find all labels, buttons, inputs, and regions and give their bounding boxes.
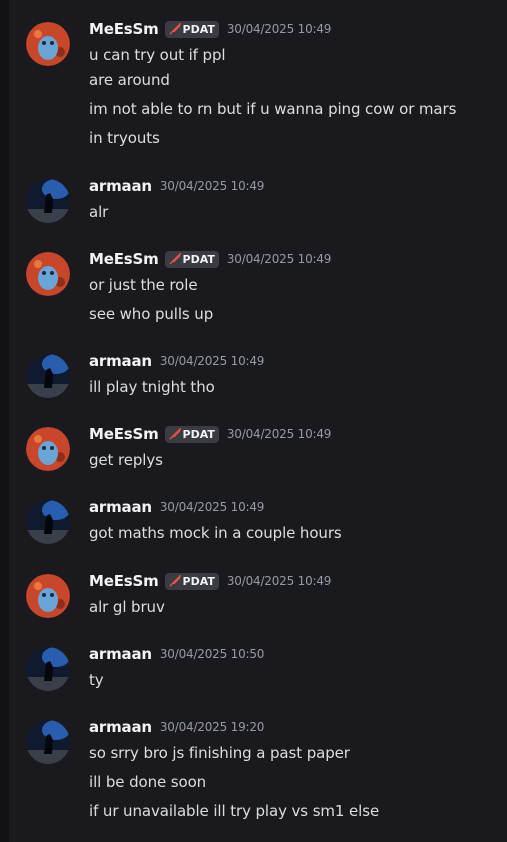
sidebar-edge (0, 0, 9, 842)
message-header: armaan 30/04/2025 10:49 (89, 175, 264, 197)
avatar[interactable] (26, 647, 70, 691)
avatar[interactable] (26, 574, 70, 618)
message-text: in tryouts (89, 129, 160, 147)
sword-icon (169, 23, 181, 35)
server-tag[interactable]: PDAT (164, 20, 219, 38)
author-name[interactable]: armaan (89, 718, 152, 736)
timestamp[interactable]: 30/04/2025 10:49 (227, 252, 332, 266)
server-tag[interactable]: PDAT (164, 572, 219, 590)
timestamp[interactable]: 30/04/2025 19:20 (160, 720, 265, 734)
author-name[interactable]: MeEsSm (89, 572, 159, 590)
author-name[interactable]: MeEsSm (89, 250, 159, 268)
author-name[interactable]: armaan (89, 177, 152, 195)
sword-icon (169, 575, 181, 587)
avatar[interactable] (26, 500, 70, 544)
timestamp[interactable]: 30/04/2025 10:49 (227, 22, 332, 36)
server-tag[interactable]: PDAT (164, 250, 219, 268)
author-name[interactable]: MeEsSm (89, 425, 159, 443)
avatar[interactable] (26, 22, 70, 66)
author-name[interactable]: armaan (89, 352, 152, 370)
message-text: u can try out if ppl (89, 46, 226, 64)
message-text: get replys (89, 451, 163, 469)
author-name[interactable]: armaan (89, 498, 152, 516)
server-tag-label: PDAT (182, 22, 215, 36)
message-header: MeEsSm PDAT 30/04/2025 10:49 (89, 570, 331, 592)
sword-icon (169, 253, 181, 265)
avatar[interactable] (26, 179, 70, 223)
message-header: armaan 30/04/2025 10:50 (89, 643, 264, 665)
message-text: see who pulls up (89, 305, 214, 323)
message-text: if ur unavailable ill try play vs sm1 el… (89, 802, 380, 820)
message-header: MeEsSm PDAT 30/04/2025 10:49 (89, 248, 331, 270)
avatar[interactable] (26, 720, 70, 764)
timestamp[interactable]: 30/04/2025 10:49 (227, 574, 332, 588)
avatar[interactable] (26, 354, 70, 398)
message-header: armaan 30/04/2025 10:49 (89, 496, 264, 518)
message-text: are around (89, 71, 170, 89)
timestamp[interactable]: 30/04/2025 10:49 (227, 427, 332, 441)
message-text: alr gl bruv (89, 598, 165, 616)
message-text: got maths mock in a couple hours (89, 524, 342, 542)
message-text: im not able to rn but if u wanna ping co… (89, 100, 457, 118)
message-text: so srry bro js finishing a past paper (89, 744, 350, 762)
message-text: ill be done soon (89, 773, 207, 791)
author-name[interactable]: MeEsSm (89, 20, 159, 38)
message-header: MeEsSm PDAT 30/04/2025 10:49 (89, 18, 331, 40)
message-text: ty (89, 671, 104, 689)
message-text: or just the role (89, 276, 198, 294)
server-tag-label: PDAT (182, 427, 215, 441)
timestamp[interactable]: 30/04/2025 10:50 (160, 647, 265, 661)
timestamp[interactable]: 30/04/2025 10:49 (160, 500, 265, 514)
server-tag[interactable]: PDAT (164, 425, 219, 443)
avatar[interactable] (26, 427, 70, 471)
server-tag-label: PDAT (182, 252, 215, 266)
message-text: ill play tnight tho (89, 378, 215, 396)
message-header: armaan 30/04/2025 19:20 (89, 716, 264, 738)
message-header: armaan 30/04/2025 10:49 (89, 350, 264, 372)
server-tag-label: PDAT (182, 574, 215, 588)
sword-icon (169, 428, 181, 440)
message-header: MeEsSm PDAT 30/04/2025 10:49 (89, 423, 331, 445)
author-name[interactable]: armaan (89, 645, 152, 663)
message-text: alr (89, 203, 109, 221)
timestamp[interactable]: 30/04/2025 10:49 (160, 354, 265, 368)
timestamp[interactable]: 30/04/2025 10:49 (160, 179, 265, 193)
avatar[interactable] (26, 252, 70, 296)
